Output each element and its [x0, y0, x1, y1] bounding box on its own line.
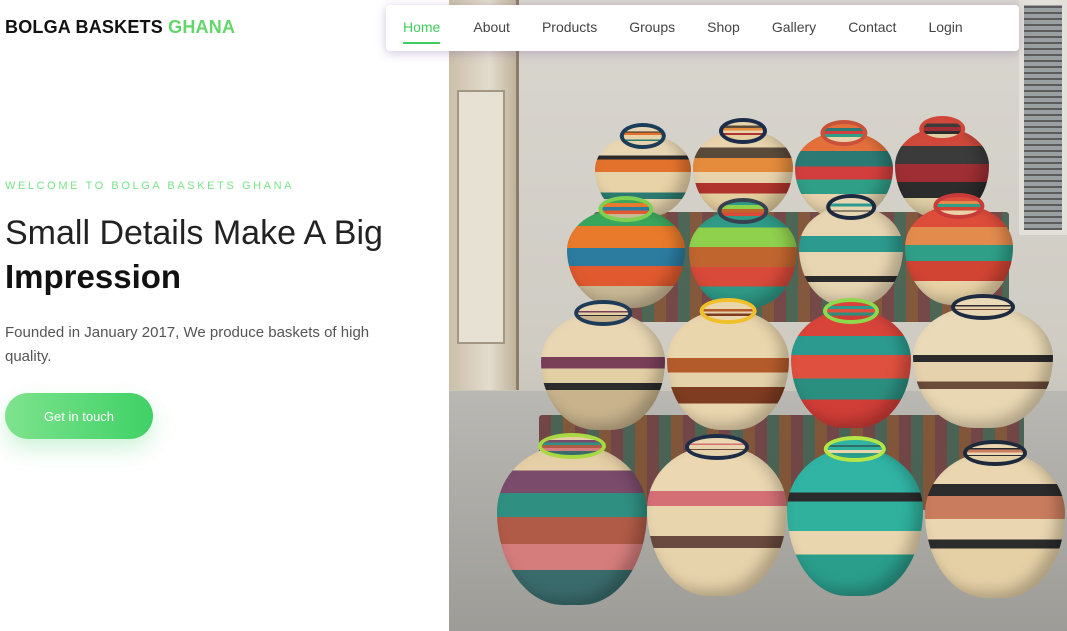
nav-products[interactable]: Products [542, 19, 597, 37]
hero-headline-bold: Impression [5, 258, 182, 295]
basket [667, 310, 789, 430]
nav-contact[interactable]: Contact [848, 19, 896, 37]
hero-baskets-photo [449, 0, 1067, 631]
hero-headline: Small Details Make A Big [5, 214, 383, 252]
basket [787, 448, 923, 596]
basket [791, 310, 911, 428]
nav-shop[interactable]: Shop [707, 19, 740, 37]
basket [905, 205, 1013, 305]
nav-about[interactable]: About [473, 19, 510, 37]
nav-home[interactable]: Home [403, 19, 441, 44]
main-nav: Home About Products Groups Shop Gallery … [386, 5, 1019, 51]
wooden-door [449, 0, 519, 390]
window [1019, 0, 1067, 235]
brand-name: BOLGA BASKETS [5, 17, 163, 37]
basket [689, 210, 797, 308]
basket [647, 446, 787, 596]
basket [799, 206, 903, 306]
basket [541, 312, 665, 430]
hero-eyebrow: WELCOME TO BOLGA BASKETS GHANA [5, 180, 295, 192]
basket [925, 452, 1065, 598]
basket [913, 306, 1053, 428]
get-in-touch-button[interactable]: Get in touch [5, 393, 153, 439]
basket [497, 445, 647, 605]
basket [567, 208, 685, 308]
brand-accent: GHANA [168, 17, 236, 37]
nav-groups[interactable]: Groups [629, 19, 675, 37]
nav-gallery[interactable]: Gallery [772, 19, 816, 37]
hero-description: Founded in January 2017, We produce bask… [5, 324, 370, 365]
nav-login[interactable]: Login [928, 19, 962, 37]
site-logo[interactable]: BOLGA BASKETS GHANA [5, 17, 235, 38]
